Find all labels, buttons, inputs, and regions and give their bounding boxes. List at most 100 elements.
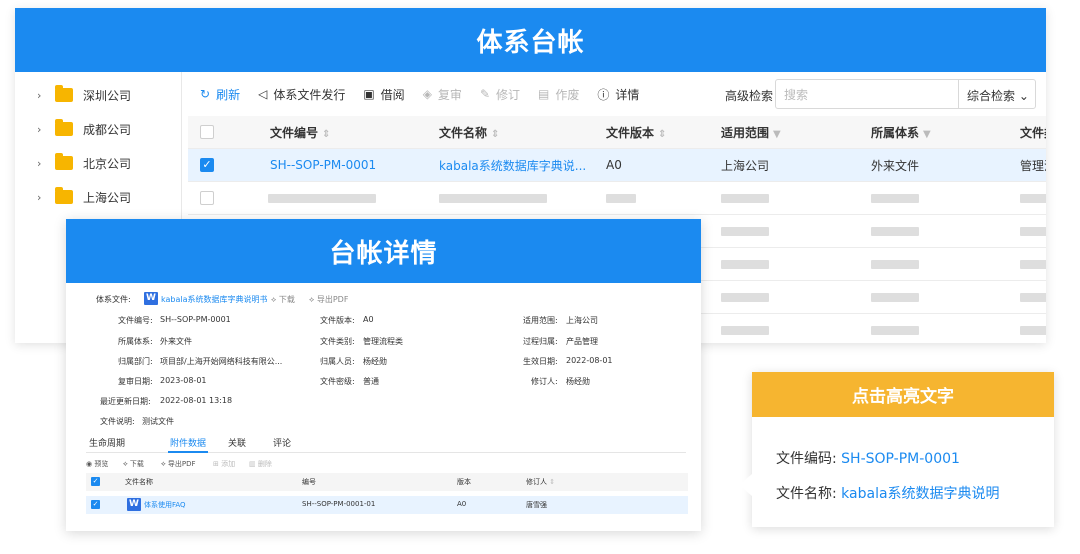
reviser-value: 杨经勋 bbox=[566, 377, 590, 386]
attach-download-button[interactable]: ⟡ 下载 bbox=[123, 459, 144, 469]
preview-button[interactable]: ◉ 预览 bbox=[86, 459, 108, 469]
col-header-system[interactable]: 所属体系 ▼ bbox=[871, 124, 931, 141]
tree-item-shanghai[interactable]: › 上海公司 bbox=[15, 180, 181, 214]
export-pdf-link[interactable]: ⟡ 导出PDF bbox=[309, 294, 348, 305]
refresh-icon: ↻ bbox=[200, 87, 211, 101]
updated-label: 最近更新日期: bbox=[100, 397, 151, 406]
tree-item-beijing[interactable]: › 北京公司 bbox=[15, 146, 181, 180]
attach-export-button[interactable]: ⟡ 导出PDF bbox=[161, 459, 196, 469]
tab-attachments[interactable]: 附件数据 bbox=[170, 436, 206, 449]
download-icon: ⟡ bbox=[123, 460, 130, 468]
callout-code-label: 文件编码: bbox=[776, 451, 837, 467]
publish-button[interactable]: ◁ 体系文件发行 bbox=[258, 86, 345, 103]
row-checkbox[interactable]: ✓ bbox=[200, 158, 214, 172]
effective-value: 2022-08-01 bbox=[566, 356, 613, 365]
tree-item-label: 深圳公司 bbox=[83, 88, 132, 103]
row-checkbox[interactable] bbox=[200, 191, 214, 205]
send-icon: ◁ bbox=[258, 87, 268, 101]
cell-name-link[interactable]: kabala系统数据库字典说... bbox=[439, 157, 589, 174]
download-link[interactable]: ⟡ 下载 bbox=[271, 294, 295, 305]
attach-row-checkbox[interactable]: ✓ bbox=[91, 500, 100, 509]
folder-icon bbox=[55, 187, 73, 204]
revise-label: 修订 bbox=[496, 87, 521, 102]
attach-reviser: 唐雪强 bbox=[526, 501, 547, 509]
doc-label: 体系文件: bbox=[96, 295, 131, 304]
chevron-right-icon[interactable]: › bbox=[37, 191, 47, 204]
attach-table-row[interactable]: ✓ W 体系使用FAQ SH--SOP-PM-0001-01 A0 唐雪强 bbox=[86, 496, 688, 514]
doc-name-link[interactable]: kabala系统数据库字典说明书 bbox=[161, 294, 268, 305]
attach-col-version: 版本 bbox=[457, 478, 471, 486]
category-value: 管理流程类 bbox=[363, 337, 403, 346]
col-header-name[interactable]: 文件名称 ⇕ bbox=[439, 124, 499, 141]
sort-icon: ⇕ bbox=[658, 128, 667, 140]
filter-icon: ▼ bbox=[923, 128, 931, 140]
col-header-category[interactable]: 文件类别 bbox=[1020, 124, 1046, 141]
export-icon: ⟡ bbox=[309, 295, 317, 304]
publish-label: 体系文件发行 bbox=[273, 87, 346, 102]
scope-value: 上海公司 bbox=[566, 316, 598, 325]
cell-code-link[interactable]: SH--SOP-PM-0001 bbox=[270, 158, 376, 172]
borrow-button[interactable]: ▣ 借阅 bbox=[363, 86, 404, 103]
tab-comments[interactable]: 评论 bbox=[273, 436, 291, 449]
delete-button[interactable]: ▥ 删除 bbox=[249, 459, 272, 469]
col-header-code[interactable]: 文件编号 ⇕ bbox=[270, 124, 330, 141]
combo-search-select[interactable]: 综合检索 ⌄ bbox=[958, 79, 1036, 109]
refresh-button[interactable]: ↻ 刷新 bbox=[200, 86, 240, 103]
table-header-row: 文件编号⇕ 文件名称⇕ 文件版本⇕ 适用范围▼ 所属体系▼ 文件类别 bbox=[188, 116, 1046, 149]
document-icon: ▤ bbox=[538, 87, 550, 101]
attach-code: SH--SOP-PM-0001-01 bbox=[302, 500, 376, 508]
tab-lifecycle[interactable]: 生命周期 bbox=[89, 436, 125, 449]
search-input[interactable]: 搜索 bbox=[775, 79, 959, 109]
attach-table-header: ✓ 文件名称 编号 版本 修订人 ⇕ bbox=[86, 473, 688, 491]
details-button[interactable]: ⓘ 详情 bbox=[597, 86, 639, 103]
callout-name-value[interactable]: kabala系统数据字典说明 bbox=[841, 486, 999, 502]
callout-code-value[interactable]: SH-SOP-PM-0001 bbox=[841, 451, 960, 467]
review-button[interactable]: ◈ 复审 bbox=[423, 86, 462, 103]
tree-item-shenzhen[interactable]: › 深圳公司 bbox=[15, 78, 181, 112]
effective-label: 生效日期: bbox=[523, 357, 558, 366]
attach-name-link[interactable]: 体系使用FAQ bbox=[144, 500, 186, 510]
chevron-right-icon[interactable]: › bbox=[37, 123, 47, 136]
col-header-scope[interactable]: 适用范围 ▼ bbox=[721, 124, 781, 141]
system-value: 外来文件 bbox=[160, 337, 192, 346]
book-icon: ▣ bbox=[363, 87, 375, 101]
chevron-right-icon[interactable]: › bbox=[37, 89, 47, 102]
advanced-search-link[interactable]: 高级检索 bbox=[725, 87, 773, 104]
table-row[interactable]: ✓ SH--SOP-PM-0001 kabala系统数据库字典说... A0 上… bbox=[188, 149, 1046, 182]
callout-name-label: 文件名称: bbox=[776, 486, 837, 502]
folder-icon bbox=[55, 153, 73, 170]
process-value: 产品管理 bbox=[566, 337, 598, 346]
export-icon: ⟡ bbox=[161, 460, 168, 468]
add-button[interactable]: ⊞ 添加 bbox=[213, 459, 235, 469]
details-label: 详情 bbox=[615, 87, 640, 102]
active-tab-indicator bbox=[168, 451, 208, 453]
owner-label: 归属人员: bbox=[320, 357, 355, 366]
cell-scope: 上海公司 bbox=[721, 158, 770, 173]
tree-item-label: 上海公司 bbox=[83, 190, 132, 205]
cell-category: 管理流程 bbox=[1020, 158, 1046, 173]
select-all-checkbox[interactable] bbox=[200, 125, 214, 139]
add-icon: ⊞ bbox=[213, 460, 222, 468]
category-label: 文件类别: bbox=[320, 337, 355, 346]
void-button[interactable]: ▤ 作废 bbox=[538, 86, 579, 103]
scope-label: 适用范围: bbox=[523, 316, 558, 325]
refresh-label: 刷新 bbox=[216, 87, 241, 102]
tree-item-chengdu[interactable]: › 成都公司 bbox=[15, 112, 181, 146]
callout-title: 点击高亮文字 bbox=[752, 372, 1054, 417]
callout-pointer bbox=[739, 474, 752, 496]
tree-item-label: 成都公司 bbox=[83, 122, 132, 137]
desc-label: 文件说明: bbox=[100, 417, 135, 426]
void-label: 作废 bbox=[555, 87, 580, 102]
system-label: 所属体系: bbox=[118, 337, 153, 346]
attach-select-all[interactable]: ✓ bbox=[91, 477, 100, 486]
col-header-version[interactable]: 文件版本 ⇕ bbox=[606, 124, 666, 141]
version-value: A0 bbox=[363, 315, 374, 324]
chevron-right-icon[interactable]: › bbox=[37, 157, 47, 170]
revise-button[interactable]: ✎ 修订 bbox=[480, 86, 520, 103]
ledger-toolbar: ↻ 刷新 ◁ 体系文件发行 ▣ 借阅 ◈ 复审 ✎ 修订 ▤ 作废 ⓘ 详情 高… bbox=[182, 72, 1046, 116]
folder-icon bbox=[55, 119, 73, 136]
download-icon: ⟡ bbox=[271, 295, 279, 304]
tab-relations[interactable]: 关联 bbox=[228, 436, 246, 449]
dept-label: 归属部门: bbox=[118, 357, 153, 366]
secret-label: 文件密级: bbox=[320, 377, 355, 386]
